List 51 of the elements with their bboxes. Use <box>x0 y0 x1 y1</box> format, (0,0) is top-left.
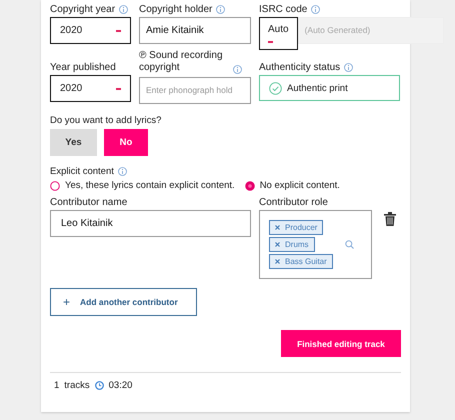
tag-chip[interactable]: Producer <box>269 220 324 235</box>
info-icon <box>216 4 226 14</box>
tag-field[interactable]: Producer Drums Bass Guitar <box>259 210 372 279</box>
duration-text: 03:20 <box>108 380 132 391</box>
field-label: Contributor name <box>50 196 128 208</box>
input-field[interactable]: Amie Kitainik <box>139 17 251 44</box>
status-text: Authentic print <box>287 82 348 94</box>
add-contributor-button[interactable]: + Add another contributor <box>50 288 197 316</box>
clock-icon <box>94 381 104 390</box>
radio-label: Yes, these lyrics contain explicit content. <box>65 180 235 191</box>
field-label: ℗ Sound recording copyright <box>139 50 224 74</box>
tag-text: Producer <box>285 223 318 232</box>
trash-icon[interactable] <box>384 212 396 226</box>
dropdown[interactable]: Auto <box>259 17 298 50</box>
info-icon <box>119 4 128 14</box>
field-label: Explicit content <box>50 166 114 176</box>
radio-button[interactable] <box>50 180 60 190</box>
track-count: 1 <box>54 380 60 391</box>
remove-icon <box>275 242 280 247</box>
dropdown[interactable]: 2020 <box>50 75 131 102</box>
field-label: Authenticity status <box>259 62 340 72</box>
tag-chip[interactable]: Drums <box>269 237 315 252</box>
info-icon <box>344 62 354 72</box>
field-label: Copyright holder <box>139 4 212 14</box>
question-text: Do you want to add lyrics? <box>50 115 162 126</box>
radio-button[interactable] <box>244 180 255 190</box>
dropdown[interactable]: 2020 <box>50 17 131 44</box>
field-label: ISRC code <box>259 4 308 14</box>
info-icon <box>311 4 320 14</box>
caret-icon <box>116 88 121 90</box>
tag-text: Bass Guitar <box>285 257 327 266</box>
caret-icon <box>268 41 273 43</box>
input-field[interactable]: Enter phonograph hold <box>139 77 251 104</box>
track-unit: tracks <box>64 380 90 391</box>
finish-button[interactable]: Finished editing track <box>281 330 401 357</box>
info-icon <box>118 166 127 176</box>
field-label: Copyright year <box>50 4 116 14</box>
toggle-button[interactable]: Yes <box>50 129 97 156</box>
radio-label: No explicit content. <box>260 180 340 191</box>
toggle-button[interactable]: No <box>104 129 148 156</box>
field-label: Year published <box>50 62 116 72</box>
remove-icon <box>275 259 280 264</box>
input-field[interactable]: Leo Kitainik <box>50 210 251 237</box>
search-icon <box>344 240 354 249</box>
caret-icon <box>116 30 121 32</box>
info-icon <box>233 65 242 74</box>
field-label: Contributor role <box>259 196 328 208</box>
tag-text: Drums <box>285 240 309 249</box>
remove-icon <box>275 225 280 230</box>
check-circle-icon <box>269 82 282 94</box>
tag-chip[interactable]: Bass Guitar <box>269 254 333 269</box>
